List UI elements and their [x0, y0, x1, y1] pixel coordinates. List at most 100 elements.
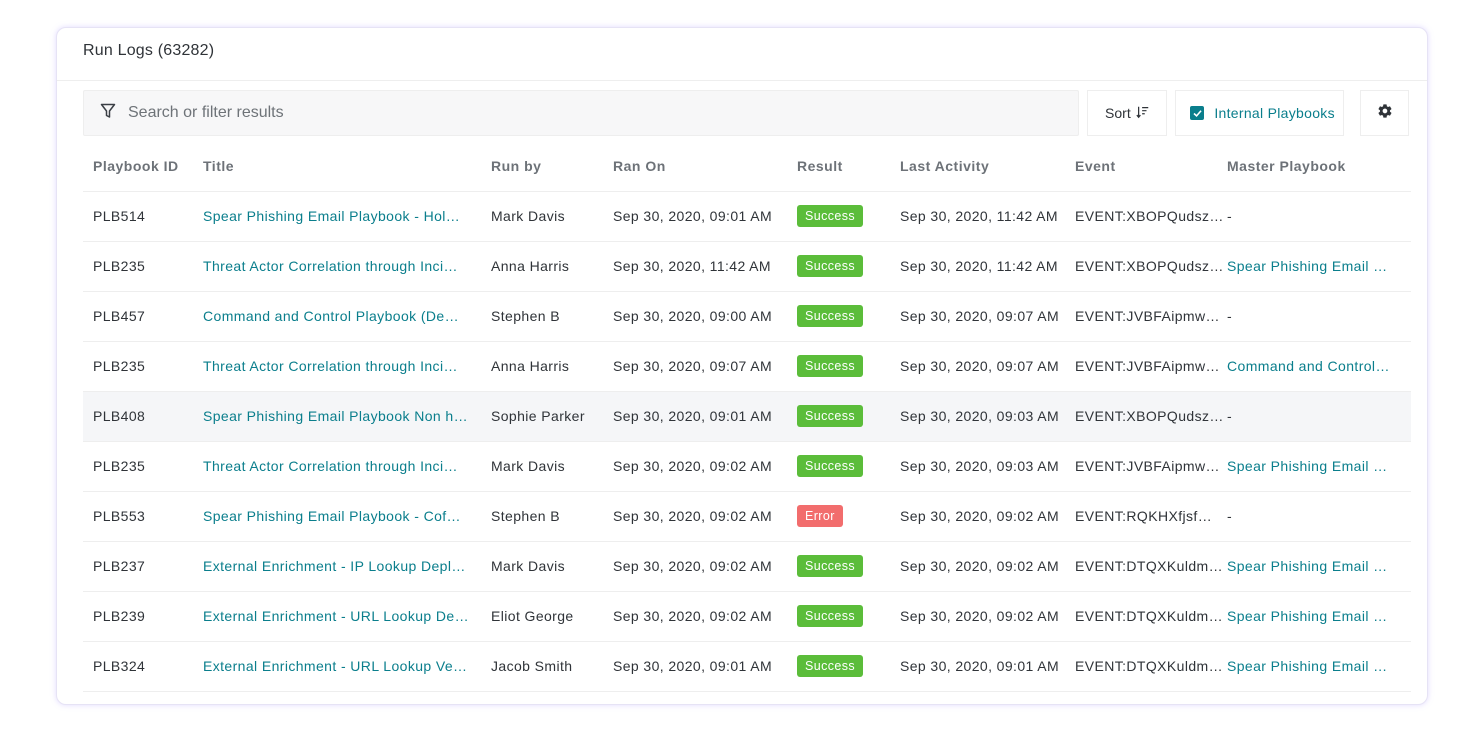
card-header: Run Logs (63282): [57, 28, 1427, 81]
cell-run-by: Stephen B: [491, 291, 613, 342]
cell-event: EVENT:DTQXKuldm…: [1075, 541, 1227, 592]
cell-master-playbook: -: [1227, 191, 1411, 242]
cell-playbook-id: PLB408: [83, 391, 203, 442]
cell-playbook-id: PLB237: [83, 541, 203, 592]
cell-ran-on: Sep 30, 2020, 11:42 AM: [613, 241, 797, 292]
cell-run-by: Anna Harris: [491, 241, 613, 292]
table-row[interactable]: PLB235 Threat Actor Correlation through I…: [83, 241, 1411, 292]
cell-result: Success: [797, 441, 900, 492]
master-playbook-empty: -: [1227, 208, 1233, 224]
table-row[interactable]: PLB408 Spear Phishing Email Playbook Non …: [83, 391, 1411, 442]
sort-button[interactable]: Sort: [1087, 90, 1168, 136]
status-badge: Success: [797, 605, 864, 627]
status-badge: Success: [797, 255, 864, 277]
master-playbook-link[interactable]: Spear Phishing Email …: [1227, 258, 1388, 274]
table-row[interactable]: PLB239 External Enrichment - URL Lookup D…: [83, 591, 1411, 642]
master-playbook-empty: -: [1227, 408, 1233, 424]
cell-title: Spear Phishing Email Playbook Non h…: [203, 391, 491, 442]
cell-master-playbook: -: [1227, 491, 1411, 542]
search-box[interactable]: [83, 90, 1080, 136]
status-badge: Success: [797, 455, 864, 477]
page-title: Run Logs (63282): [83, 42, 215, 59]
cell-playbook-id: PLB235: [83, 441, 203, 492]
master-playbook-link[interactable]: Command and Control…: [1227, 358, 1390, 374]
column-header-title[interactable]: Title: [203, 141, 491, 192]
playbook-title-link[interactable]: Spear Phishing Email Playbook - Cof…: [203, 508, 461, 524]
column-header-last-activity[interactable]: Last Activity: [900, 141, 1075, 192]
filter-icon: [100, 103, 128, 124]
column-header-run-by[interactable]: Run by: [491, 141, 613, 192]
master-playbook-empty: -: [1227, 508, 1233, 524]
cell-ran-on: Sep 30, 2020, 09:02 AM: [613, 441, 797, 492]
cell-title: Spear Phishing Email Playbook - Cof…: [203, 491, 491, 542]
column-header-master-playbook[interactable]: Master Playbook: [1227, 141, 1411, 192]
cell-playbook-id: PLB324: [83, 641, 203, 692]
cell-title: Threat Actor Correlation through Inci…: [203, 441, 491, 492]
playbook-title-link[interactable]: External Enrichment - URL Lookup Ve…: [203, 658, 467, 674]
playbook-title-link[interactable]: Spear Phishing Email Playbook Non h…: [203, 408, 468, 424]
cell-run-by: Mark Davis: [491, 191, 613, 242]
cell-last-activity: Sep 30, 2020, 09:07 AM: [900, 291, 1075, 342]
table-row[interactable]: PLB235 Threat Actor Correlation through I…: [83, 441, 1411, 492]
cell-title: External Enrichment - IP Lookup Depl…: [203, 541, 491, 592]
cell-event: EVENT:XBOPQudsz…: [1075, 241, 1227, 292]
cell-title: External Enrichment - URL Lookup Ve…: [203, 641, 491, 692]
gear-icon: [1377, 103, 1393, 124]
cell-result: Success: [797, 341, 900, 392]
internal-playbooks-toggle[interactable]: Internal Playbooks: [1175, 90, 1345, 136]
cell-event: EVENT:RQKHXfjsf…: [1075, 491, 1227, 542]
master-playbook-link[interactable]: Spear Phishing Email …: [1227, 558, 1388, 574]
column-header-event[interactable]: Event: [1075, 141, 1227, 192]
run-logs-table: Playbook ID Title Run by Ran On Result L…: [83, 141, 1411, 692]
cell-result: Success: [797, 291, 900, 342]
playbook-title-link[interactable]: Threat Actor Correlation through Inci…: [203, 458, 458, 474]
cell-event: EVENT:DTQXKuldm…: [1075, 591, 1227, 642]
cell-result: Success: [797, 591, 900, 642]
playbook-title-link[interactable]: External Enrichment - URL Lookup De…: [203, 608, 469, 624]
table-row[interactable]: PLB324 External Enrichment - URL Lookup V…: [83, 641, 1411, 692]
cell-title: Spear Phishing Email Playbook - Hol…: [203, 191, 491, 242]
column-header-ran-on[interactable]: Ran On: [613, 141, 797, 192]
cell-ran-on: Sep 30, 2020, 09:01 AM: [613, 191, 797, 242]
cell-last-activity: Sep 30, 2020, 11:42 AM: [900, 191, 1075, 242]
column-header-result[interactable]: Result: [797, 141, 900, 192]
cell-result: Success: [797, 541, 900, 592]
cell-title: Threat Actor Correlation through Inci…: [203, 241, 491, 292]
cell-last-activity: Sep 30, 2020, 09:02 AM: [900, 541, 1075, 592]
internal-playbooks-label: Internal Playbooks: [1214, 105, 1335, 121]
column-header-playbook-id[interactable]: Playbook ID: [83, 141, 203, 192]
status-badge: Success: [797, 355, 864, 377]
cell-ran-on: Sep 30, 2020, 09:02 AM: [613, 591, 797, 642]
table-row[interactable]: PLB237 External Enrichment - IP Lookup De…: [83, 541, 1411, 592]
cell-playbook-id: PLB457: [83, 291, 203, 342]
cell-ran-on: Sep 30, 2020, 09:00 AM: [613, 291, 797, 342]
cell-run-by: Mark Davis: [491, 441, 613, 492]
table-header-row: Playbook ID Title Run by Ran On Result L…: [83, 141, 1411, 192]
table-row[interactable]: PLB235 Threat Actor Correlation through I…: [83, 341, 1411, 392]
playbook-title-link[interactable]: Threat Actor Correlation through Inci…: [203, 258, 458, 274]
cell-master-playbook: Spear Phishing Email …: [1227, 541, 1411, 592]
master-playbook-empty: -: [1227, 308, 1233, 324]
master-playbook-link[interactable]: Spear Phishing Email …: [1227, 608, 1388, 624]
cell-master-playbook: Spear Phishing Email …: [1227, 441, 1411, 492]
search-input[interactable]: [128, 104, 1028, 122]
playbook-title-link[interactable]: Spear Phishing Email Playbook - Hol…: [203, 208, 460, 224]
master-playbook-link[interactable]: Spear Phishing Email …: [1227, 458, 1388, 474]
playbook-title-link[interactable]: Threat Actor Correlation through Inci…: [203, 358, 458, 374]
table-row[interactable]: PLB514 Spear Phishing Email Playbook - Ho…: [83, 191, 1411, 242]
cell-run-by: Sophie Parker: [491, 391, 613, 442]
table-row[interactable]: PLB457 Command and Control Playbook (De… S…: [83, 291, 1411, 342]
sort-label: Sort: [1105, 105, 1131, 121]
playbook-title-link[interactable]: Command and Control Playbook (De…: [203, 308, 459, 324]
checkbox-checked-icon[interactable]: [1190, 106, 1205, 120]
master-playbook-link[interactable]: Spear Phishing Email …: [1227, 658, 1388, 674]
cell-event: EVENT:JVBFAipmw…: [1075, 441, 1227, 492]
playbook-title-link[interactable]: External Enrichment - IP Lookup Depl…: [203, 558, 466, 574]
table-row[interactable]: PLB553 Spear Phishing Email Playbook - Co…: [83, 491, 1411, 542]
cell-result: Success: [797, 391, 900, 442]
cell-title: External Enrichment - URL Lookup De…: [203, 591, 491, 642]
status-badge: Success: [797, 655, 864, 677]
cell-ran-on: Sep 30, 2020, 09:01 AM: [613, 391, 797, 442]
settings-button[interactable]: [1360, 90, 1409, 136]
cell-playbook-id: PLB514: [83, 191, 203, 242]
